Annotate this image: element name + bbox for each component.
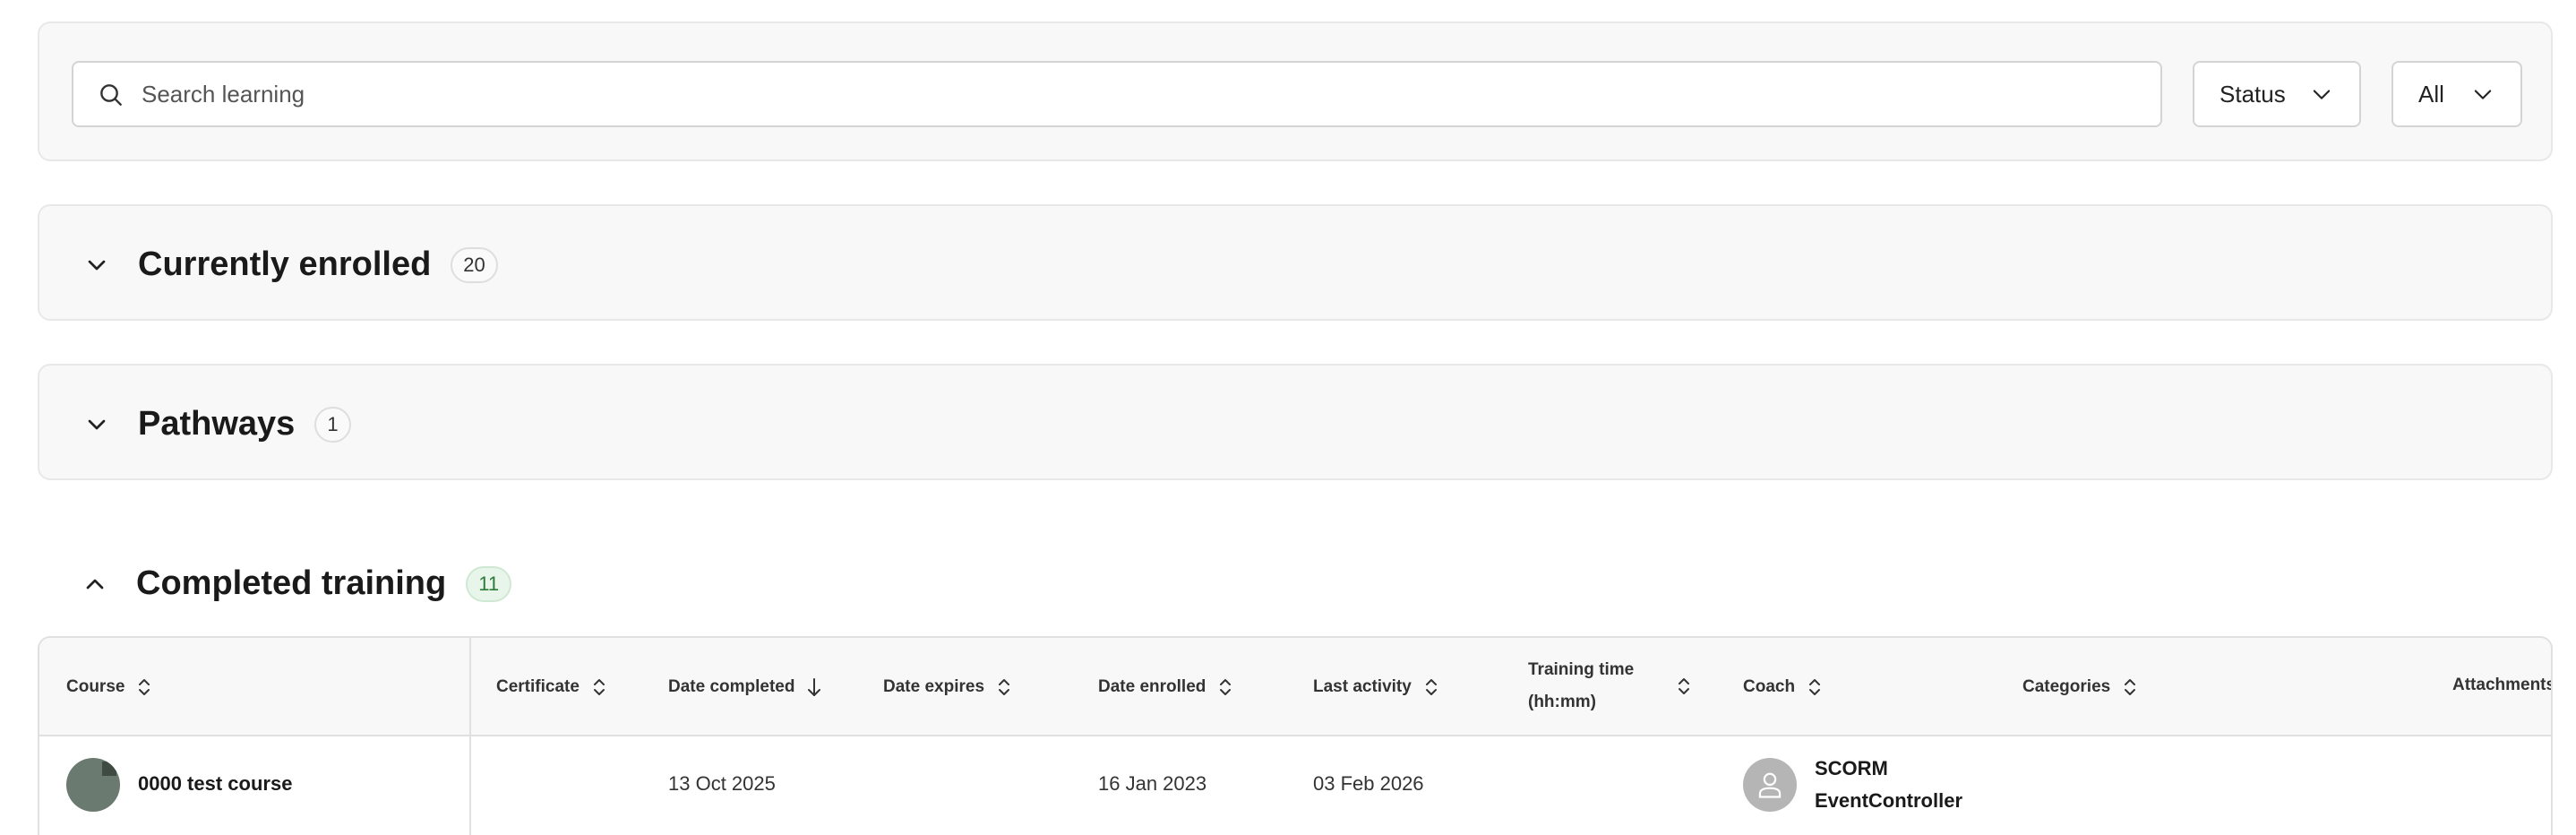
date-completed-cell: 13 Oct 2025 [668,772,776,795]
column-header-date-expires[interactable]: Date expires [883,676,1013,699]
chevron-up-icon[interactable] [81,570,109,598]
section-title: Pathways [138,405,296,443]
chevron-down-icon [2313,90,2331,99]
column-header-categories[interactable]: Categories [2022,676,2139,699]
count-badge: 11 [466,565,512,602]
search-input[interactable] [142,63,2148,125]
column-header-label: Date expires [883,677,985,696]
sort-icon [139,679,150,695]
column-header-unit: (hh:mm) [1528,693,1596,711]
column-header-date-completed[interactable]: Date completed [668,676,823,699]
sort-icon [1809,679,1821,695]
avatar [1743,758,1797,812]
sort-icon [1425,679,1437,695]
column-header-date-enrolled[interactable]: Date enrolled [1098,676,1234,699]
column-header-label: Certificate [496,677,580,696]
section-header[interactable]: Pathways 1 [82,405,351,443]
sort-icon [1679,678,1690,694]
column-header-label: Coach [1743,677,1796,696]
chevron-down-icon [2474,90,2492,99]
count-badge: 20 [451,246,498,283]
column-header-label: Date completed [668,677,795,696]
all-filter-dropdown[interactable]: All [2391,61,2522,127]
section-pathways: Pathways 1 [38,364,2553,480]
sort-icon [2125,679,2136,695]
column-header-training-time[interactable]: Training time (hh:mm) [1528,654,1693,719]
column-header-label: Last activity [1313,677,1412,696]
column-header-label: Training time [1528,660,1635,679]
all-filter-label: All [2418,80,2444,108]
search-icon [100,84,122,106]
user-icon [1758,772,1782,798]
column-header-label: Date enrolled [1098,677,1206,696]
section-header[interactable]: Currently enrolled 20 [82,245,498,284]
column-header-label: Attachments [2452,676,2553,694]
date-enrolled-cell: 16 Jan 2023 [1098,772,1207,795]
chevron-down-icon[interactable] [82,410,111,439]
status-filter-label: Status [2220,80,2286,108]
column-header-last-activity[interactable]: Last activity [1313,676,1440,699]
course-thumbnail [66,758,120,812]
coach-name-line: SCORM [1815,757,1888,779]
sort-icon [1220,679,1232,695]
filter-panel: Status All [38,22,2553,161]
column-header-coach[interactable]: Coach [1743,676,1824,699]
completed-training-table: Course Certificate Date completed Date e… [38,636,2553,835]
table-row[interactable] [39,736,2551,835]
course-name-link[interactable]: 0000 test course [138,772,292,796]
column-header-label: Categories [2022,677,2111,696]
sort-icon [593,679,605,695]
table-header [39,638,2551,736]
last-activity-cell: 03 Feb 2026 [1313,772,1424,795]
section-completed-header[interactable]: Completed training 11 [81,564,512,603]
coach-name-line: EventController [1815,789,1963,812]
sort-descending-icon [808,678,821,696]
column-header-certificate[interactable]: Certificate [496,676,608,699]
column-header-course[interactable]: Course [66,676,153,699]
section-title: Currently enrolled [138,245,432,283]
count-badge: 1 [314,406,351,443]
status-filter-dropdown[interactable]: Status [2193,61,2361,127]
column-header-attachments: Attachments [2452,676,2553,695]
coach-name: SCORM EventController [1815,753,1962,817]
column-header-label: Course [66,677,125,696]
sort-icon [999,679,1010,695]
search-box[interactable] [72,61,2162,127]
section-title: Completed training [136,564,447,602]
section-currently-enrolled: Currently enrolled 20 [38,204,2553,321]
chevron-down-icon[interactable] [82,251,111,280]
